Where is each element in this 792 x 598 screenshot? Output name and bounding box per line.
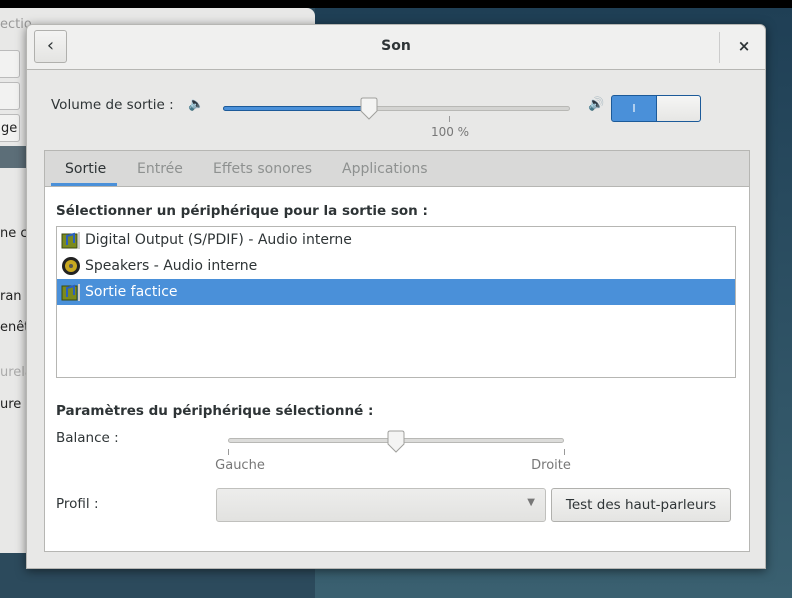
balance-slider-knob[interactable] <box>386 430 406 454</box>
test-speakers-button[interactable]: Test des haut-parleurs <box>551 488 731 522</box>
speaker-low-icon: 🔈 <box>188 97 205 112</box>
bg-button <box>0 50 20 78</box>
bg-button: ge <box>0 114 20 142</box>
tab-notebook: Sortie Entrée Effets sonores Application… <box>44 150 750 552</box>
device-label: Speakers - Audio interne <box>85 258 258 274</box>
dialog-title: Son <box>381 38 411 54</box>
volume-slider-knob[interactable] <box>359 97 379 121</box>
volume-value-label: 100 % <box>430 125 470 139</box>
device-row[interactable]: Speakers - Audio interne <box>57 253 735 279</box>
device-row[interactable]: Digital Output (S/PDIF) - Audio interne <box>57 227 735 253</box>
sound-card-icon <box>61 284 80 301</box>
speaker-icon <box>62 257 80 275</box>
header-separator <box>719 32 720 63</box>
device-label: Sortie factice <box>85 284 178 300</box>
sound-card-icon <box>61 232 80 249</box>
bg-text: ure l <box>0 397 30 412</box>
header-bar: ‹ Son × <box>27 25 765 70</box>
output-device-list: Digital Output (S/PDIF) - Audio interne … <box>56 226 736 378</box>
tab-effets-sonores[interactable]: Effets sonores <box>213 161 312 177</box>
balance-label: Balance : <box>56 430 119 446</box>
switch-thumb[interactable] <box>656 96 700 121</box>
profile-label: Profil : <box>56 496 99 512</box>
device-row-selected[interactable]: Sortie factice <box>57 279 735 305</box>
sound-dialog: ‹ Son × Volume de sortie : 🔈 100 % 🔊 I S… <box>26 24 766 569</box>
volume-slider-fill <box>223 106 369 111</box>
device-params-label: Paramètres du périphérique sélectionné : <box>56 403 374 419</box>
tab-bar: Sortie Entrée Effets sonores Application… <box>45 151 749 187</box>
active-tab-indicator <box>51 183 117 186</box>
bg-text: ran <box>0 289 22 304</box>
balance-left-label: Gauche <box>215 458 265 473</box>
volume-100-tick <box>449 116 450 122</box>
tab-sortie[interactable]: Sortie <box>65 161 106 177</box>
balance-right-label: Droite <box>531 458 571 473</box>
bg-button <box>0 82 20 110</box>
balance-tick-right <box>564 449 565 455</box>
device-label: Digital Output (S/PDIF) - Audio interne <box>85 232 352 248</box>
volume-switch[interactable]: I <box>611 95 701 122</box>
switch-on-label: I <box>632 102 636 115</box>
top-bar <box>0 0 792 8</box>
balance-tick-left <box>228 449 229 455</box>
chevron-down-icon: ▼ <box>527 497 535 508</box>
volume-label: Volume de sortie : <box>51 97 174 113</box>
close-button[interactable]: × <box>733 35 755 57</box>
tab-applications[interactable]: Applications <box>342 161 428 177</box>
tab-entree[interactable]: Entrée <box>137 161 183 177</box>
select-device-label: Sélectionner un périphérique pour la sor… <box>56 203 428 219</box>
profile-combo[interactable]: ▼ <box>216 488 546 522</box>
speaker-high-icon: 🔊 <box>588 97 605 112</box>
